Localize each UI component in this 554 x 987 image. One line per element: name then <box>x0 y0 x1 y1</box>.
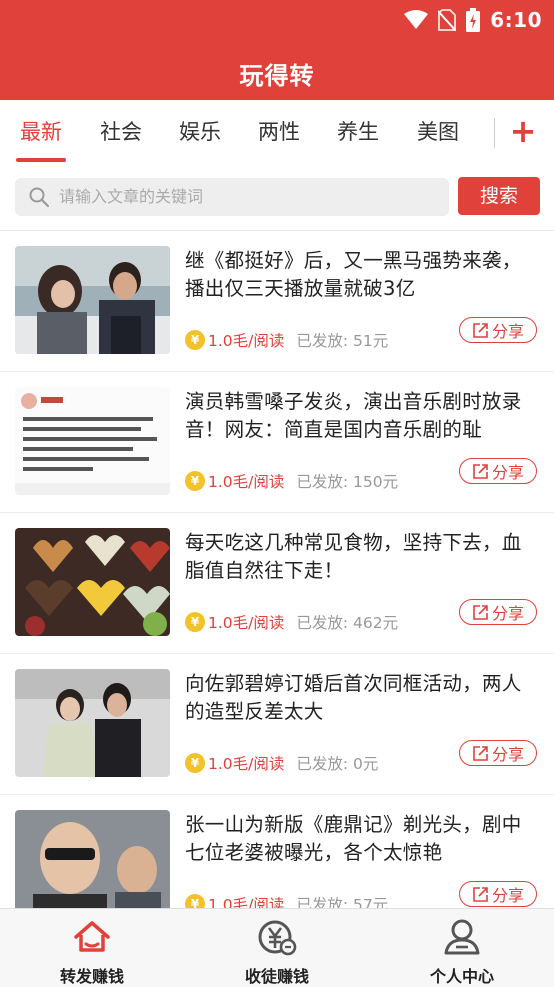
article-meta: ¥ 1.0毛/阅读 已发放: 51元 <box>185 329 388 351</box>
tab-divider <box>494 118 495 148</box>
home-icon <box>74 921 110 952</box>
reward-rate: 1.0毛/阅读 <box>208 332 285 350</box>
article-meta: ¥ 1.0毛/阅读 已发放: 57元 <box>185 893 388 908</box>
share-button[interactable]: 分享 <box>459 881 537 907</box>
share-label: 分享 <box>491 745 524 764</box>
nav-label: 个人中心 <box>429 967 494 986</box>
share-label: 分享 <box>491 886 524 905</box>
share-button[interactable]: 分享 <box>459 740 537 766</box>
app-header: 6:10 玩得转 <box>0 0 554 100</box>
tab-label: 最新 <box>20 120 62 144</box>
paid-amount: 已发放: 51元 <box>296 332 389 350</box>
paid-amount: 已发放: 150元 <box>296 473 399 491</box>
article-item[interactable]: 向佐郭碧婷订婚后首次同框活动，两人的造型反差太大 ¥ 1.0毛/阅读 已发放: … <box>0 654 554 795</box>
tab-entertainment[interactable]: 娱乐 <box>165 100 235 164</box>
reward-rate: 1.0毛/阅读 <box>208 896 285 908</box>
share-label: 分享 <box>491 322 524 341</box>
nav-label: 转发赚钱 <box>59 967 124 986</box>
article-feed[interactable]: 继《都挺好》后，又一黑马强势来袭，播出仅三天播放量就破3亿 ¥ 1.0毛/阅读 … <box>0 231 554 908</box>
add-category-icon[interactable]: + <box>508 112 538 152</box>
share-label: 分享 <box>491 463 524 482</box>
share-button[interactable]: 分享 <box>459 458 537 484</box>
battery-charging-icon <box>466 8 481 32</box>
app-title: 玩得转 <box>239 62 315 90</box>
tab-label: 养生 <box>337 120 379 144</box>
search-button[interactable]: 搜索 <box>458 177 540 215</box>
share-button[interactable]: 分享 <box>459 599 537 625</box>
tab-label: 社会 <box>100 120 142 144</box>
tab-health[interactable]: 养生 <box>323 100 393 164</box>
article-thumbnail <box>15 387 170 495</box>
article-title: 继《都挺好》后，又一黑马强势来袭，播出仅三天播放量就破3亿 <box>185 249 522 300</box>
reward-rate: 1.0毛/阅读 <box>208 473 285 491</box>
article-item[interactable]: 继《都挺好》后，又一黑马强势来袭，播出仅三天播放量就破3亿 ¥ 1.0毛/阅读 … <box>0 231 554 372</box>
search-input[interactable]: 请输入文章的关键词 <box>15 178 449 216</box>
yuan-coin-icon: ¥ <box>185 330 205 350</box>
article-meta: ¥ 1.0毛/阅读 已发放: 462元 <box>185 611 398 633</box>
status-bar: 6:10 <box>404 6 542 34</box>
nav-recruit-earn[interactable]: 收徒赚钱 <box>212 915 342 986</box>
article-thumbnail <box>15 669 170 777</box>
tab-photos[interactable]: 美图 <box>403 100 473 164</box>
tab-society[interactable]: 社会 <box>86 100 156 164</box>
yuan-coin-icon: ¥ <box>185 612 205 632</box>
share-icon <box>473 886 488 902</box>
tab-relationships[interactable]: 两性 <box>244 100 314 164</box>
tab-label: 娱乐 <box>179 120 221 144</box>
search-placeholder: 请输入文章的关键词 <box>59 187 204 206</box>
article-thumbnail <box>15 246 170 354</box>
yuan-coin-icon <box>258 920 297 956</box>
article-item[interactable]: 每天吃这几种常见食物，坚持下去，血脂值自然往下走！ ¥ 1.0毛/阅读 已发放:… <box>0 513 554 654</box>
nav-forward-earn[interactable]: 转发赚钱 <box>27 915 157 986</box>
share-icon <box>473 463 488 479</box>
paid-amount: 已发放: 462元 <box>296 614 399 632</box>
article-meta: ¥ 1.0毛/阅读 已发放: 0元 <box>185 752 378 774</box>
no-sim-icon <box>438 9 457 31</box>
user-icon <box>444 919 480 955</box>
paid-amount: 已发放: 0元 <box>296 755 379 773</box>
yuan-coin-icon: ¥ <box>185 753 205 773</box>
nav-label: 收徒赚钱 <box>244 967 309 986</box>
bottom-nav: 转发赚钱 收徒赚钱 个人中心 <box>0 908 554 987</box>
article-thumbnail <box>15 810 170 908</box>
yuan-coin-icon: ¥ <box>185 471 205 491</box>
search-row: 请输入文章的关键词 搜索 <box>0 166 554 231</box>
share-icon <box>473 322 488 338</box>
wifi-icon <box>404 10 429 29</box>
yuan-coin-icon: ¥ <box>185 894 205 908</box>
status-time: 6:10 <box>490 8 542 32</box>
tab-latest[interactable]: 最新 <box>6 100 76 164</box>
category-tabs: 最新 社会 娱乐 两性 养生 美图 + <box>0 100 554 167</box>
tab-label: 两性 <box>258 120 300 144</box>
article-meta: ¥ 1.0毛/阅读 已发放: 150元 <box>185 470 398 492</box>
article-title: 每天吃这几种常见食物，坚持下去，血脂值自然往下走！ <box>185 531 522 582</box>
reward-rate: 1.0毛/阅读 <box>208 614 285 632</box>
article-title: 演员韩雪嗓子发炎，演出音乐剧时放录音！网友：简直是国内音乐剧的耻 <box>185 390 522 441</box>
article-item[interactable]: 张一山为新版《鹿鼎记》剃光头，剧中七位老婆被曝光，各个太惊艳 ¥ 1.0毛/阅读… <box>0 795 554 908</box>
article-thumbnail <box>15 528 170 636</box>
tab-label: 美图 <box>417 120 459 144</box>
nav-profile[interactable]: 个人中心 <box>397 915 527 986</box>
share-label: 分享 <box>491 604 524 623</box>
article-title: 张一山为新版《鹿鼎记》剃光头，剧中七位老婆被曝光，各个太惊艳 <box>185 813 522 864</box>
article-item[interactable]: 演员韩雪嗓子发炎，演出音乐剧时放录音！网友：简直是国内音乐剧的耻 ¥ 1.0毛/… <box>0 372 554 513</box>
share-button[interactable]: 分享 <box>459 317 537 343</box>
share-icon <box>473 745 488 761</box>
share-icon <box>473 604 488 620</box>
reward-rate: 1.0毛/阅读 <box>208 755 285 773</box>
article-title: 向佐郭碧婷订婚后首次同框活动，两人的造型反差太大 <box>185 672 522 723</box>
paid-amount: 已发放: 57元 <box>296 896 389 908</box>
search-icon <box>29 187 49 207</box>
active-tab-indicator <box>16 158 66 162</box>
